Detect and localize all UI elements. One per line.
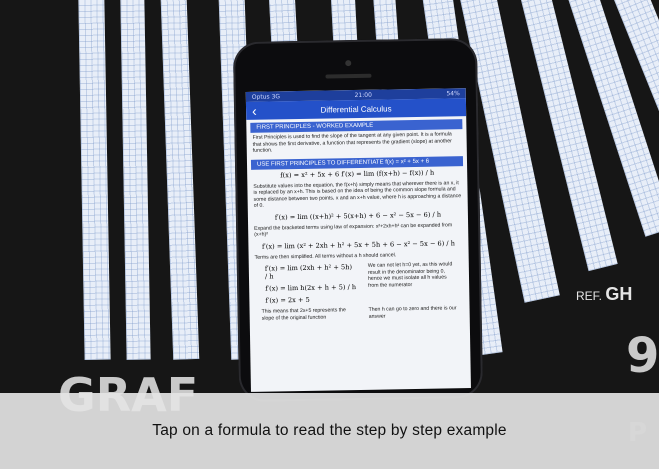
background-digit: 9 <box>626 328 659 384</box>
answer-paragraph: Then h can go to zero and there is our a… <box>368 305 457 320</box>
steps-two-column: f′(x) = lim (2xh + h² + 5h) / h f′(x) = … <box>249 259 470 324</box>
substitution-paragraph: Substitute values into the equation, the… <box>253 179 462 209</box>
app-screen: Optus 3G 21:00 54% ‹ Differential Calcul… <box>245 88 471 392</box>
intro-paragraph: First Principles is used to find the slo… <box>252 131 452 154</box>
formula-column: f′(x) = lim (2xh + h² + 5h) / h f′(x) = … <box>255 261 357 324</box>
graph-paper-strip <box>78 0 111 360</box>
navigation-bar: ‹ Differential Calculus <box>245 98 467 120</box>
chevron-left-icon: ‹ <box>251 102 257 119</box>
back-button[interactable]: ‹ <box>246 102 263 120</box>
battery-label: 54% <box>446 89 460 97</box>
ref-label: REF. <box>576 289 603 303</box>
carrier-label: Optus 3G <box>251 92 281 101</box>
explanation-column: We can not let h=0 yet, as this would re… <box>362 259 464 322</box>
graph-paper-strip <box>160 0 200 360</box>
iphone-device: Optus 3G 21:00 54% ‹ Differential Calcul… <box>232 37 484 403</box>
caption-banner: Tap on a formula to read the step by ste… <box>0 393 659 469</box>
formula-simplified[interactable]: f′(x) = lim (2xh + h² + 5h) / h <box>255 261 356 283</box>
earpiece-speaker <box>325 73 372 79</box>
background-ref-label: REF. GH <box>576 284 632 305</box>
caption-text: Tap on a formula to read the step by ste… <box>152 422 507 439</box>
ref-code: GH <box>605 284 633 304</box>
graph-paper-strip <box>120 0 151 360</box>
conclusion-paragraph: This means that 2x+5 represents the slop… <box>261 307 346 322</box>
front-camera <box>345 60 352 67</box>
limit-explanation-paragraph: We can not let h=0 yet, as this would re… <box>367 261 453 289</box>
page-title: Differential Calculus <box>320 103 392 115</box>
clock-label: 21:00 <box>354 91 372 99</box>
